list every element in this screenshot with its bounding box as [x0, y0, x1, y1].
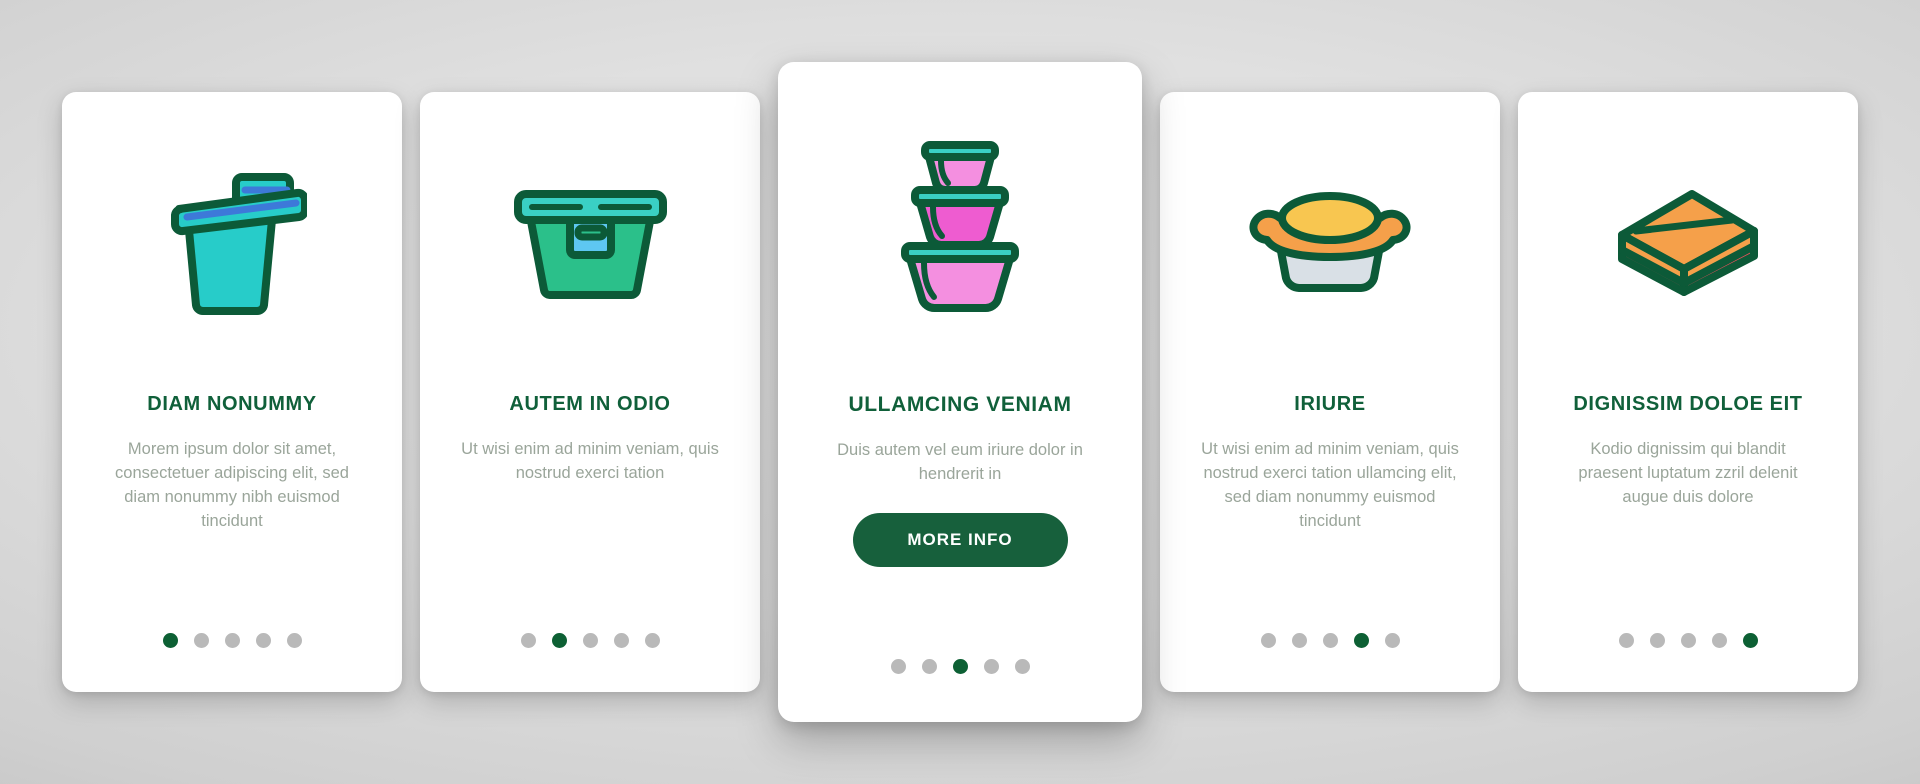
pagination-dot[interactable] — [1742, 633, 1758, 648]
pagination-dot[interactable] — [520, 633, 536, 648]
more-info-button[interactable]: MORE INFO — [852, 513, 1068, 568]
card-5-icon-area — [1544, 92, 1832, 392]
card-2-pagination-dots — [420, 633, 760, 648]
pagination-dot[interactable] — [952, 659, 968, 674]
card-1-title: DIAM NONUMMY — [147, 393, 317, 415]
pagination-dot[interactable] — [255, 633, 271, 648]
card-1-body: Morem ipsum dolor sit amet, consectetuer… — [115, 440, 349, 530]
pagination-dot[interactable] — [613, 633, 629, 648]
onboarding-card-2[interactable]: AUTEM IN ODIO Ut wisi enim ad minim veni… — [420, 92, 760, 692]
onboarding-card-1[interactable]: DIAM NONUMMY Morem ipsum dolor sit amet,… — [62, 92, 402, 692]
pagination-dot[interactable] — [644, 633, 660, 648]
card-3-body: Duis autem vel eum iriure dolor in hendr… — [837, 441, 1083, 484]
card-4-pagination-dots — [1160, 633, 1500, 648]
pagination-dot[interactable] — [162, 633, 178, 648]
onboarding-screens-stage: DIAM NONUMMY Morem ipsum dolor sit amet,… — [0, 0, 1920, 784]
onboarding-card-4[interactable]: IRIURE Ut wisi enim ad minim veniam, qui… — [1160, 92, 1500, 692]
pagination-dot[interactable] — [582, 633, 598, 648]
card-2-icon-area — [446, 92, 734, 392]
lidded-storage-box-icon — [1617, 189, 1758, 296]
pagination-dot[interactable] — [1711, 633, 1727, 648]
stacked-bowls-icon — [901, 140, 1019, 312]
pagination-dot[interactable] — [1291, 633, 1307, 648]
card-1-pagination-dots — [62, 633, 402, 648]
pagination-dot[interactable] — [890, 659, 906, 674]
pagination-dot[interactable] — [983, 659, 999, 674]
card-2-body: Ut wisi enim ad minim veniam, quis nostr… — [461, 440, 719, 482]
covered-bowl-icon — [1249, 191, 1411, 292]
pagination-dot[interactable] — [1649, 633, 1665, 648]
pagination-dot[interactable] — [1322, 633, 1338, 648]
pagination-dot[interactable] — [1353, 633, 1369, 648]
pagination-dot[interactable] — [1680, 633, 1696, 648]
card-3-title: ULLAMCING VENIAM — [848, 393, 1072, 416]
card-4-icon-area — [1186, 92, 1474, 392]
onboarding-card-5[interactable]: DIGNISSIM DOLOE EIT Kodio dignissim qui … — [1518, 92, 1858, 692]
card-1-icon-area — [88, 92, 376, 392]
pagination-dot[interactable] — [921, 659, 937, 674]
onboarding-card-3-featured[interactable]: ULLAMCING VENIAM Duis autem vel eum iriu… — [778, 62, 1142, 722]
card-5-body: Kodio dignissim qui blandit praesent lup… — [1578, 440, 1798, 506]
card-5-title: DIGNISSIM DOLOE EIT — [1573, 393, 1803, 415]
card-5-pagination-dots — [1518, 633, 1858, 648]
card-2-title: AUTEM IN ODIO — [509, 393, 671, 415]
pagination-dot[interactable] — [224, 633, 240, 648]
pagination-dot[interactable] — [1014, 659, 1030, 674]
card-3-pagination-dots — [778, 659, 1142, 674]
pagination-dot[interactable] — [286, 633, 302, 648]
pagination-dot[interactable] — [193, 633, 209, 648]
food-container-bucket-icon — [171, 173, 307, 315]
lunch-box-container-icon — [513, 190, 667, 299]
pagination-dot[interactable] — [1260, 633, 1276, 648]
pagination-dot[interactable] — [1618, 633, 1634, 648]
card-3-icon-area — [804, 62, 1116, 392]
pagination-dot[interactable] — [1384, 633, 1400, 648]
card-4-title: IRIURE — [1294, 393, 1366, 415]
card-4-body: Ut wisi enim ad minim veniam, quis nostr… — [1201, 440, 1459, 530]
pagination-dot[interactable] — [551, 633, 567, 648]
